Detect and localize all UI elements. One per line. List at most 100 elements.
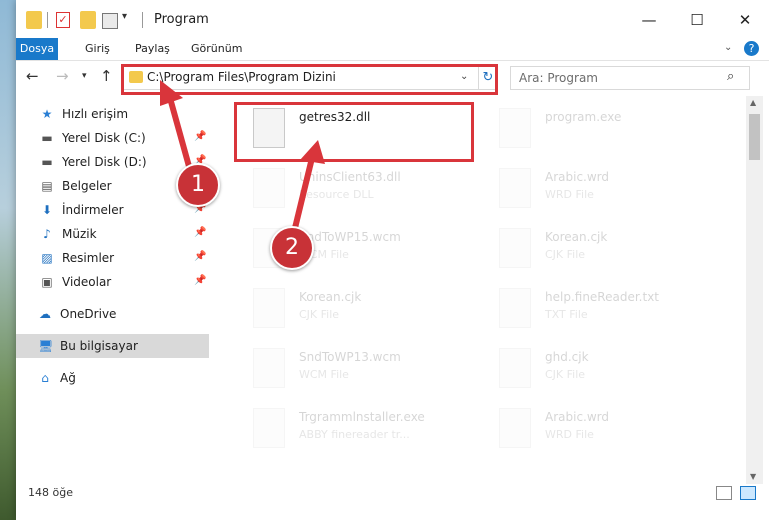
- file-item[interactable]: program.exe: [483, 98, 723, 154]
- new-folder-icon[interactable]: [80, 11, 96, 29]
- file-highlight-box: [234, 102, 474, 162]
- status-bar: 148 öğe: [16, 484, 769, 520]
- video-icon: ▣: [41, 275, 53, 289]
- sidebar-item-music[interactable]: ♪ Müzik 📌: [16, 222, 209, 246]
- file-name: help.fineReader.txt: [545, 290, 659, 304]
- file-type: WRD File: [545, 188, 594, 201]
- file-item[interactable]: SndToWP13.wcm WCM File: [237, 338, 477, 394]
- window-title: Program: [154, 12, 209, 27]
- file-name: program.exe: [545, 110, 622, 124]
- tab-file[interactable]: Dosya: [16, 38, 58, 60]
- file-icon: [499, 288, 531, 328]
- sidebar-item-label: Belgeler: [62, 179, 112, 193]
- sidebar-item-label: İndirmeler: [62, 203, 124, 217]
- minimize-button[interactable]: —: [626, 8, 672, 32]
- properties-check-icon[interactable]: ✓: [56, 12, 70, 28]
- exe-file-icon: [253, 408, 285, 448]
- file-type: TXT File: [545, 308, 588, 321]
- music-icon: ♪: [43, 227, 51, 241]
- close-button[interactable]: ✕: [722, 8, 768, 32]
- search-input[interactable]: Ara: Program: [519, 71, 598, 85]
- file-name: Arabic.wrd: [545, 410, 610, 424]
- document-icon: ▤: [41, 179, 53, 193]
- sidebar-item-label: Yerel Disk (D:): [62, 155, 147, 169]
- file-name: Trgrammlnstaller.exe: [299, 410, 425, 424]
- address-highlight-box: [121, 64, 498, 95]
- navigation-pane: ★ Hızlı erişim ▬ Yerel Disk (C:) 📌 ▬ Yer…: [16, 96, 209, 484]
- tab-view[interactable]: Görünüm: [184, 38, 249, 60]
- sidebar-item-pictures[interactable]: ▨ Resimler 📌: [16, 246, 209, 270]
- chevron-down-icon[interactable]: ⌄: [724, 42, 732, 53]
- vertical-scrollbar[interactable]: ▲ ▼: [746, 96, 763, 484]
- step-2-badge: 2: [270, 226, 314, 270]
- sidebar-item-videos[interactable]: ▣ Videolar 📌: [16, 270, 209, 294]
- search-icon[interactable]: ⌕: [727, 69, 734, 84]
- sidebar-item-label: Videolar: [62, 275, 112, 289]
- file-name: UninsClient63.dll: [299, 170, 401, 184]
- file-icon: [499, 348, 531, 388]
- file-icon: [499, 168, 531, 208]
- file-name: SndToWP13.wcm: [299, 350, 401, 364]
- forward-arrow-icon[interactable]: →: [56, 67, 69, 85]
- star-icon: ★: [41, 107, 53, 121]
- sidebar-item-label: Resimler: [62, 251, 115, 265]
- ribbon-tabs: Dosya Giriş Paylaş Görünüm ⌄ ?: [16, 38, 769, 61]
- file-item[interactable]: help.fineReader.txt TXT File: [483, 278, 723, 334]
- sidebar-item-local-disk-c[interactable]: ▬ Yerel Disk (C:) 📌: [16, 126, 209, 150]
- search-box[interactable]: Ara: Program ⌕: [510, 66, 750, 90]
- tab-home[interactable]: Giriş: [78, 38, 117, 60]
- picture-icon: ▨: [41, 251, 53, 265]
- file-item[interactable]: Arabic.wrd WRD File: [483, 398, 723, 454]
- network-icon: ⌂: [41, 371, 49, 385]
- maximize-button[interactable]: ☐: [674, 8, 720, 32]
- sidebar-item-label: Müzik: [62, 227, 97, 241]
- pin-icon: 📌: [194, 275, 207, 286]
- file-item[interactable]: Trgrammlnstaller.exe ABBY finereader tr.…: [237, 398, 477, 454]
- drive-icon: ▬: [41, 131, 53, 145]
- details-view-icon[interactable]: [716, 486, 732, 500]
- divider: [47, 12, 48, 28]
- folder-icon: [26, 11, 42, 29]
- sidebar-item-this-pc[interactable]: 🖥 Bu bilgisayar: [16, 334, 209, 358]
- computer-icon: 🖥: [38, 339, 54, 353]
- scroll-thumb[interactable]: [749, 114, 760, 160]
- sidebar-item-label: OneDrive: [60, 307, 117, 321]
- help-icon[interactable]: ?: [744, 41, 759, 56]
- item-count: 148 öğe: [28, 486, 73, 499]
- sidebar-item-label: Yerel Disk (C:): [62, 131, 146, 145]
- pin-icon: 📌: [194, 227, 207, 238]
- file-name: Arabic.wrd: [545, 170, 610, 184]
- file-item[interactable]: UninsClient63.dll Resource DLL: [237, 158, 477, 214]
- dll-file-icon: [253, 168, 285, 208]
- file-icon: [253, 348, 285, 388]
- file-icon: [499, 228, 531, 268]
- pin-icon: 📌: [194, 131, 207, 142]
- up-arrow-icon[interactable]: ↑: [100, 67, 113, 85]
- tab-share[interactable]: Paylaş: [128, 38, 177, 60]
- sidebar-item-label: Hızlı erişim: [62, 107, 129, 121]
- chevron-down-icon[interactable]: ▾: [122, 11, 127, 22]
- file-type: WCM File: [299, 368, 349, 381]
- recent-locations-chevron-icon[interactable]: ▾: [82, 71, 87, 81]
- file-item[interactable]: Korean.cjk CJK File: [237, 278, 477, 334]
- customize-toolbar-icon[interactable]: [102, 13, 118, 29]
- file-item[interactable]: Arabic.wrd WRD File: [483, 158, 723, 214]
- file-type: WRD File: [545, 428, 594, 441]
- download-icon: ⬇: [41, 203, 53, 217]
- file-item[interactable]: ghd.cjk CJK File: [483, 338, 723, 394]
- scroll-up-icon[interactable]: ▲: [750, 98, 756, 107]
- large-icons-view-icon[interactable]: [740, 486, 756, 500]
- file-name: ghd.cjk: [545, 350, 589, 364]
- drive-icon: ▬: [41, 155, 53, 169]
- sidebar-item-network[interactable]: ⌂ Ağ: [16, 366, 209, 390]
- sidebar-item-label: Ağ: [60, 371, 76, 385]
- scroll-down-icon[interactable]: ▼: [750, 472, 756, 481]
- sidebar-item-downloads[interactable]: ⬇ İndirmeler 📌: [16, 198, 209, 222]
- sidebar-item-quick-access[interactable]: ★ Hızlı erişim: [16, 102, 209, 126]
- file-type: Resource DLL: [299, 188, 374, 201]
- sidebar-item-label: Bu bilgisayar: [60, 339, 138, 353]
- file-type: CJK File: [545, 368, 586, 381]
- sidebar-item-onedrive[interactable]: ☁ OneDrive: [16, 302, 209, 326]
- back-arrow-icon[interactable]: ←: [26, 67, 39, 85]
- file-item[interactable]: Korean.cjk CJK File: [483, 218, 723, 274]
